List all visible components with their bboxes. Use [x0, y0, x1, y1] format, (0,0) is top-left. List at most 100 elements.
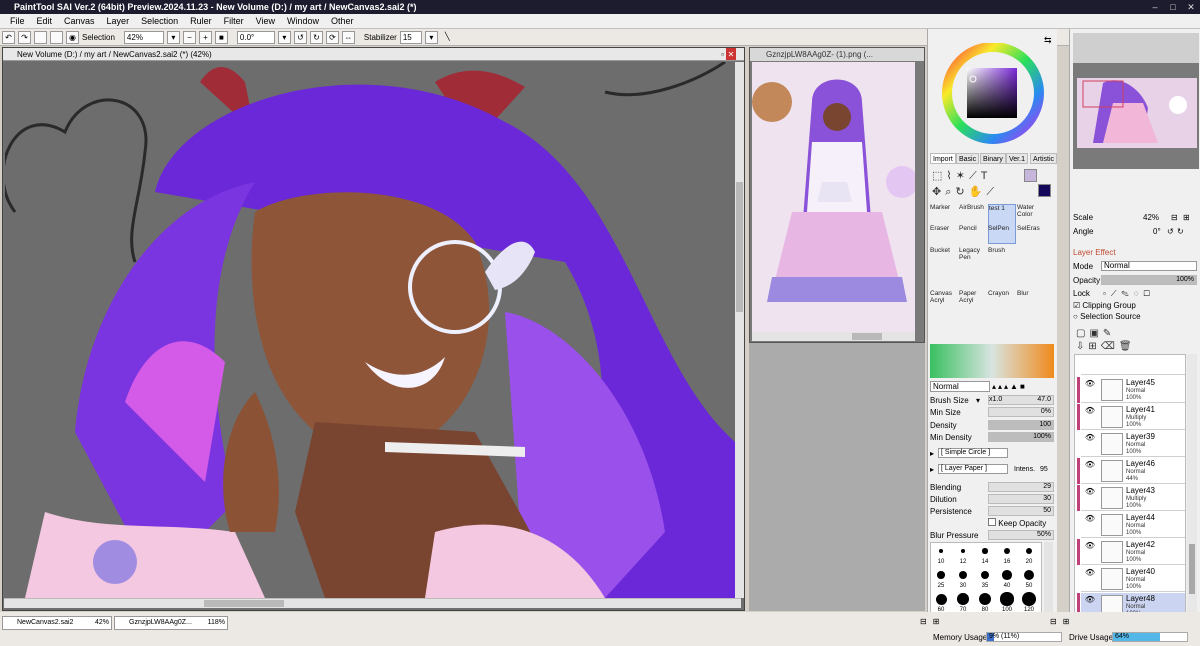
move-icon[interactable]: ✥ [932, 186, 945, 198]
scale-plus-icon[interactable]: ⊞ [1183, 212, 1190, 223]
clipping-checkbox[interactable]: ☑ [1073, 301, 1080, 310]
brush-size-preset[interactable] [978, 592, 992, 606]
brush-size-preset[interactable] [1023, 569, 1035, 581]
minimize-icon[interactable]: – [1146, 0, 1164, 14]
tool-paper-acryl[interactable]: Paper Acryl [959, 290, 987, 330]
layer-row[interactable]: 👁 Layer46 Normal 44% [1077, 458, 1185, 484]
brush-size-preset[interactable] [980, 570, 990, 580]
canvas-hscrollbar[interactable] [4, 598, 741, 608]
tab-binary[interactable]: Binary [980, 153, 1006, 164]
secondary-color-swatch[interactable] [1024, 169, 1037, 182]
reference-image[interactable] [752, 62, 915, 332]
close-icon[interactable]: ✕ [1182, 0, 1200, 14]
eye-icon[interactable]: 👁 [1084, 433, 1096, 443]
layer-row[interactable]: 👁 Layer42 Normal 100% [1077, 539, 1185, 565]
intens-value[interactable]: 95 [1040, 464, 1048, 475]
brush-size-preset[interactable] [939, 549, 943, 553]
scale-value[interactable]: 42% [1143, 212, 1159, 223]
eye-icon[interactable]: 👁 [1084, 406, 1096, 416]
tab-import[interactable]: Import [930, 153, 956, 164]
doc-tab-reference[interactable]: GznzjpLW8AAg0Z... 118% [114, 616, 228, 630]
primary-color-swatch[interactable] [1038, 184, 1051, 197]
magic-wand-icon[interactable]: ✶ [956, 170, 969, 182]
menu-selection[interactable]: Selection [135, 16, 184, 26]
shape-expand-icon[interactable]: ▸ [930, 449, 934, 458]
brush-size-preset[interactable] [1002, 570, 1012, 580]
eyedropper2-icon[interactable]: ⟋ [986, 186, 998, 198]
canvas-artwork[interactable] [5, 62, 735, 598]
lasso-icon[interactable]: ⌇ [946, 170, 955, 182]
eye-icon[interactable]: 👁 [1084, 460, 1096, 470]
maximize-icon[interactable]: □ [1164, 0, 1182, 14]
tool-bucket[interactable]: Bucket [930, 247, 958, 287]
clear-layer-icon[interactable]: ⌫ [1101, 341, 1119, 352]
undo-icon[interactable]: ↶ [2, 30, 15, 44]
eye-icon[interactable]: 👁 [1084, 568, 1096, 578]
link-layer-icon[interactable]: ✎ [1103, 328, 1115, 339]
brush-size-preset[interactable] [958, 570, 968, 580]
menu-layer[interactable]: Layer [101, 16, 136, 26]
layer-row[interactable]: 👁 Layer44 Normal 100% [1081, 512, 1185, 538]
menu-ruler[interactable]: Ruler [184, 16, 218, 26]
swap-colors-icon[interactable]: ⇆ [1044, 35, 1052, 46]
brush-size-preset[interactable] [982, 548, 988, 554]
lock-icons[interactable]: ▫⟋✎◌☐ [1103, 288, 1155, 299]
deselect-icon[interactable] [34, 30, 47, 44]
eye-icon[interactable]: 👁 [1084, 379, 1096, 389]
invert-selection-icon[interactable] [50, 30, 63, 44]
canvas-vscroll-thumb[interactable] [736, 182, 743, 312]
tab-basic[interactable]: Basic [956, 153, 980, 164]
flip-icon[interactable]: ⇔ [341, 30, 355, 44]
layer-scrollbar[interactable] [1187, 354, 1197, 620]
density-slider[interactable]: 100 [988, 420, 1054, 430]
zoom-out-button[interactable]: − [182, 30, 196, 44]
keep-opacity-checkbox[interactable] [988, 518, 996, 526]
brush-size-scrollbar[interactable] [1044, 542, 1053, 622]
brush-size-preset[interactable] [1000, 592, 1014, 606]
brush-size-preset[interactable] [1025, 547, 1033, 555]
min-size-slider[interactable]: 0% [988, 407, 1054, 417]
dilution-slider[interactable]: 30 [988, 494, 1054, 504]
canvas-close-icon[interactable]: ✕ [726, 48, 736, 60]
brush-size-preset[interactable] [957, 593, 969, 605]
brush-size-preset[interactable] [935, 593, 947, 605]
blur-pressure-slider[interactable]: 50% [988, 530, 1054, 540]
new-folder-icon[interactable]: ▣ [1089, 328, 1102, 339]
zoom-field[interactable]: 42% [123, 30, 164, 44]
eyedropper-icon[interactable]: ⟋ [969, 170, 981, 182]
min-density-slider[interactable]: 100% [988, 432, 1054, 442]
rotate-tool-icon[interactable]: ↻ [955, 186, 968, 198]
tab-artistic[interactable]: Artistic [1030, 153, 1057, 164]
persistence-slider[interactable]: 50 [988, 506, 1054, 516]
brush-size-preset[interactable] [1022, 592, 1036, 606]
blend-mode-select[interactable]: Normal [930, 381, 990, 392]
layer-scroll-thumb[interactable] [1189, 544, 1195, 594]
zoom-in-button[interactable]: + [198, 30, 212, 44]
angle-reset-icon[interactable]: ↻ [1177, 226, 1184, 237]
menu-window[interactable]: Window [281, 16, 325, 26]
selection-source-radio[interactable]: ○ [1073, 312, 1078, 321]
menu-file[interactable]: File [4, 16, 31, 26]
brush-edge-selector[interactable]: ▴▴▴▲■ [992, 381, 1054, 392]
eye-icon[interactable]: 👁 [1084, 514, 1096, 524]
color-mixer-strip[interactable] [930, 344, 1054, 378]
merge-down-icon[interactable]: ⊞ [1088, 341, 1100, 352]
brush-size-preset[interactable] [960, 548, 966, 554]
redo-icon[interactable]: ↷ [18, 30, 31, 44]
tool-blur[interactable]: Blur [1017, 290, 1045, 330]
layer-effect-header[interactable]: Layer Effect [1073, 247, 1197, 258]
eye-icon[interactable]: 👁 [1084, 541, 1096, 551]
layer-row-partial[interactable] [1081, 355, 1185, 375]
angle-rotate-icon[interactable]: ↺ [1167, 226, 1174, 237]
zoom-reset-button[interactable]: ■ [214, 30, 228, 44]
rotate-left-icon[interactable]: ↺ [293, 30, 307, 44]
angle-value[interactable]: 0° [1153, 226, 1161, 237]
rotate-right-icon[interactable]: ↻ [309, 30, 323, 44]
doc-tab-newcanvas[interactable]: NewCanvas2.sai2 42% [2, 616, 112, 630]
panel-zoom-icons-2[interactable]: ⊟⊞ [1050, 617, 1075, 626]
reference-hscrollbar[interactable] [752, 332, 915, 341]
pressure-line-icon[interactable]: ╲ [441, 31, 454, 44]
new-layer-icon[interactable]: ▢ [1076, 328, 1089, 339]
brush-size-preset[interactable] [937, 571, 945, 579]
brush-size-preset[interactable] [1003, 547, 1011, 555]
